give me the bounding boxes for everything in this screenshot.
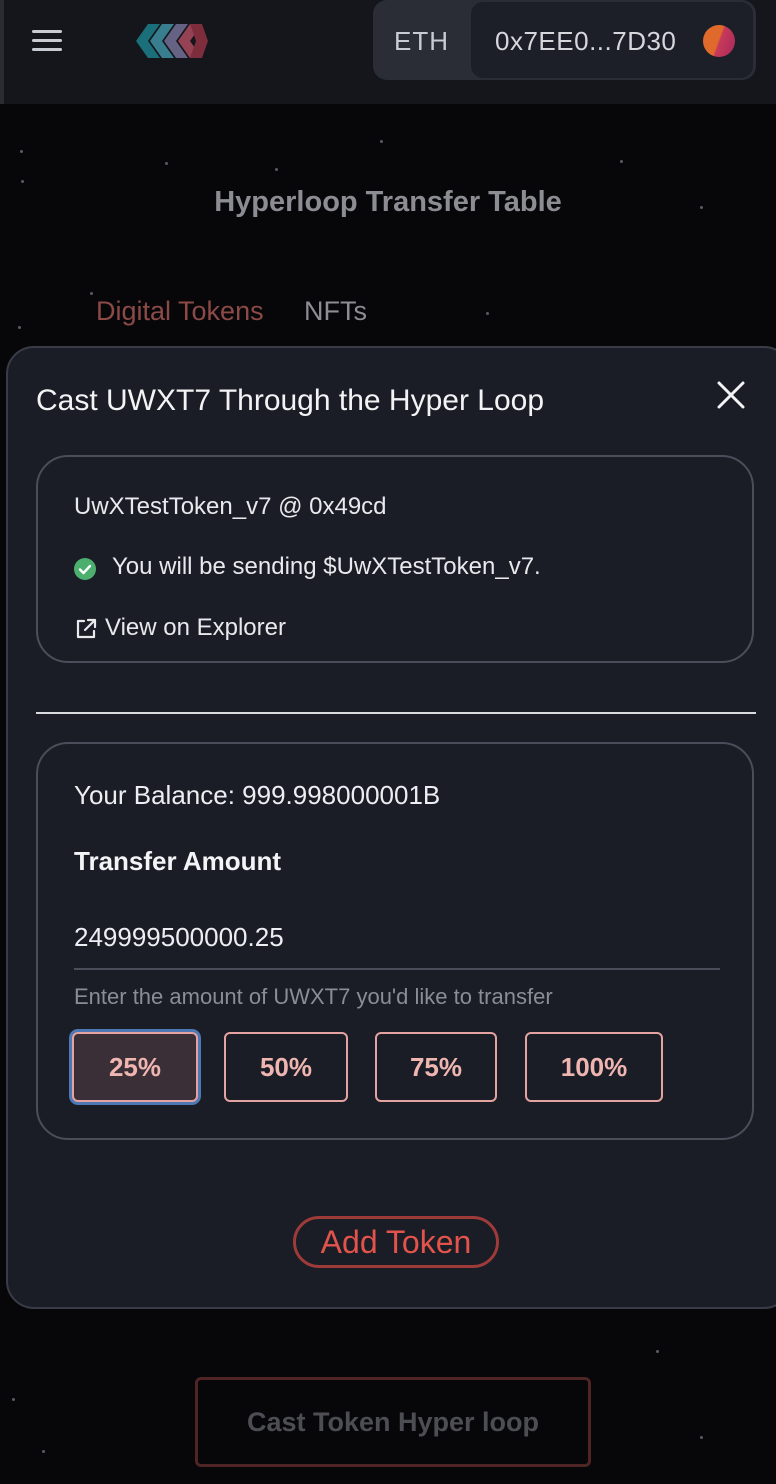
add-token-button[interactable]: Add Token bbox=[293, 1216, 499, 1268]
cast-token-modal: Cast UWXT7 Through the Hyper Loop UwXTes… bbox=[6, 346, 776, 1309]
tab-digital-tokens[interactable]: Digital Tokens bbox=[96, 296, 264, 327]
tab-nfts[interactable]: NFTs bbox=[304, 296, 367, 327]
percent-75-button[interactable]: 75% bbox=[375, 1032, 497, 1102]
percent-25-button[interactable]: 25% bbox=[72, 1032, 198, 1102]
wallet-address: 0x7EE0...7D30 bbox=[495, 26, 677, 56]
check-circle-icon bbox=[74, 558, 96, 580]
transfer-amount-card: Your Balance: 999.998000001B Transfer Am… bbox=[36, 742, 754, 1140]
view-on-explorer-link[interactable]: View on Explorer bbox=[105, 614, 286, 642]
token-info-card: UwXTestToken_v7 @ 0x49cd You will be sen… bbox=[36, 455, 754, 663]
app-page: ETH 0x7EE0...7D30 Hyperloop Transfer Tab… bbox=[0, 0, 776, 1484]
token-name: UwXTestToken_v7 @ 0x49cd bbox=[74, 493, 387, 520]
chain-selector[interactable]: ETH bbox=[394, 26, 449, 57]
app-logo[interactable] bbox=[132, 16, 212, 66]
transfer-amount-label: Transfer Amount bbox=[74, 846, 282, 876]
amount-helper-text: Enter the amount of UWXT7 you'd like to … bbox=[74, 984, 553, 1009]
page-edge bbox=[0, 0, 4, 104]
percent-100-button[interactable]: 100% bbox=[525, 1032, 663, 1102]
modal-title: Cast UWXT7 Through the Hyper Loop bbox=[36, 384, 545, 417]
section-divider bbox=[36, 712, 756, 714]
top-bar: ETH 0x7EE0...7D30 bbox=[0, 0, 776, 104]
external-link-icon[interactable] bbox=[74, 617, 98, 641]
cast-token-hyperloop-button[interactable]: Cast Token Hyper loop bbox=[195, 1377, 591, 1467]
wallet-avatar bbox=[703, 25, 735, 57]
wallet-address-button[interactable]: 0x7EE0...7D30 bbox=[471, 2, 753, 78]
hamburger-menu-icon[interactable] bbox=[32, 30, 62, 52]
page-title: Hyperloop Transfer Table bbox=[214, 186, 562, 218]
sending-message: You will be sending $UwXTestToken_v7. bbox=[112, 553, 541, 580]
percent-50-button[interactable]: 50% bbox=[224, 1032, 348, 1102]
balance-text: Your Balance: 999.998000001B bbox=[74, 780, 441, 810]
wallet-widget: ETH 0x7EE0...7D30 bbox=[373, 0, 756, 80]
transfer-amount-input[interactable] bbox=[74, 906, 720, 970]
close-icon[interactable] bbox=[714, 378, 748, 412]
